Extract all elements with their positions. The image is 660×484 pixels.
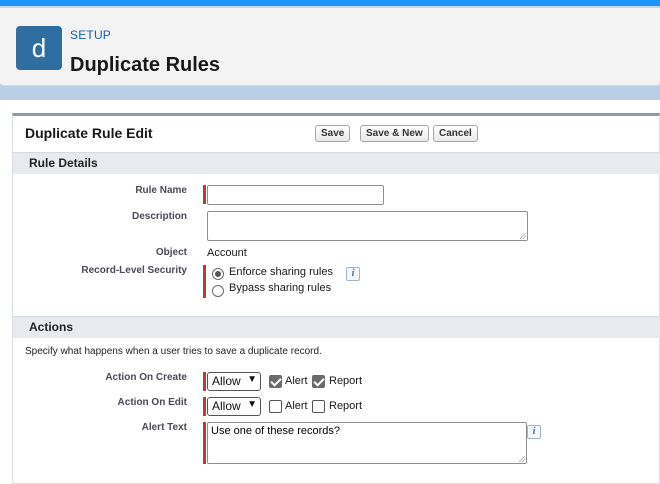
chevron-down-icon: ▼: [247, 374, 257, 385]
edit-report-label: Report: [329, 400, 363, 412]
edit-alert-checkbox[interactable]: [269, 400, 282, 413]
edit-report-checkbox[interactable]: [312, 400, 325, 413]
section-actions: Actions: [13, 316, 660, 338]
section-rule-details: Rule Details: [13, 152, 660, 174]
section-title: Actions: [29, 320, 74, 334]
required-indicator: [203, 372, 206, 391]
save-new-button[interactable]: Save & New: [360, 125, 429, 142]
bypass-sharing-radio[interactable]: [212, 285, 224, 297]
chevron-down-icon: ▼: [247, 399, 257, 410]
required-indicator: [203, 397, 206, 416]
required-indicator: [203, 422, 206, 464]
action-on-create-value: Allow: [212, 374, 241, 388]
alert-text-label: Alert Text: [141, 422, 187, 433]
create-report-checkbox[interactable]: [312, 375, 325, 388]
resize-handle-icon[interactable]: [520, 233, 526, 239]
resize-handle-icon[interactable]: [519, 456, 525, 462]
required-indicator: [203, 185, 206, 204]
create-report-label: Report: [329, 375, 363, 387]
save-button[interactable]: Save: [315, 125, 351, 142]
form-title: Duplicate Rule Edit: [25, 125, 153, 141]
rule-name-input[interactable]: [207, 185, 384, 205]
required-indicator: [203, 265, 206, 298]
action-on-create-label: Action On Create: [105, 372, 187, 383]
create-alert-checkbox[interactable]: [269, 375, 282, 388]
description-label: Description: [131, 211, 187, 222]
page-header: d SETUP Duplicate Rules: [0, 8, 660, 86]
object-value: Account: [207, 247, 247, 259]
breadcrumb-setup[interactable]: SETUP: [70, 28, 111, 42]
bypass-sharing-label[interactable]: Bypass sharing rules: [229, 282, 331, 294]
enforce-sharing-radio[interactable]: [212, 268, 224, 280]
info-icon[interactable]: i: [527, 425, 541, 439]
rule-name-label: Rule Name: [135, 185, 187, 196]
alert-text-value: Use one of these records?: [211, 425, 341, 437]
action-on-edit-label: Action On Edit: [117, 397, 187, 408]
actions-help-text: Specify what happens when a user tries t…: [25, 346, 322, 357]
app-icon: d: [16, 26, 62, 70]
edit-alert-label: Alert: [285, 400, 308, 412]
security-label: Record-Level Security: [81, 265, 187, 276]
info-icon[interactable]: i: [346, 267, 360, 281]
action-on-create-select[interactable]: Allow ▼: [207, 372, 261, 391]
enforce-sharing-label[interactable]: Enforce sharing rules: [229, 266, 333, 278]
create-alert-label: Alert: [285, 375, 308, 387]
page-title: Duplicate Rules: [70, 54, 221, 76]
cancel-button[interactable]: Cancel: [433, 125, 478, 142]
section-title: Rule Details: [29, 156, 98, 170]
action-on-edit-select[interactable]: Allow ▼: [207, 397, 261, 416]
action-on-edit-value: Allow: [212, 399, 241, 413]
alert-text-textarea[interactable]: Use one of these records?: [207, 422, 527, 464]
object-label: Object: [155, 247, 187, 258]
description-textarea[interactable]: [207, 211, 528, 241]
